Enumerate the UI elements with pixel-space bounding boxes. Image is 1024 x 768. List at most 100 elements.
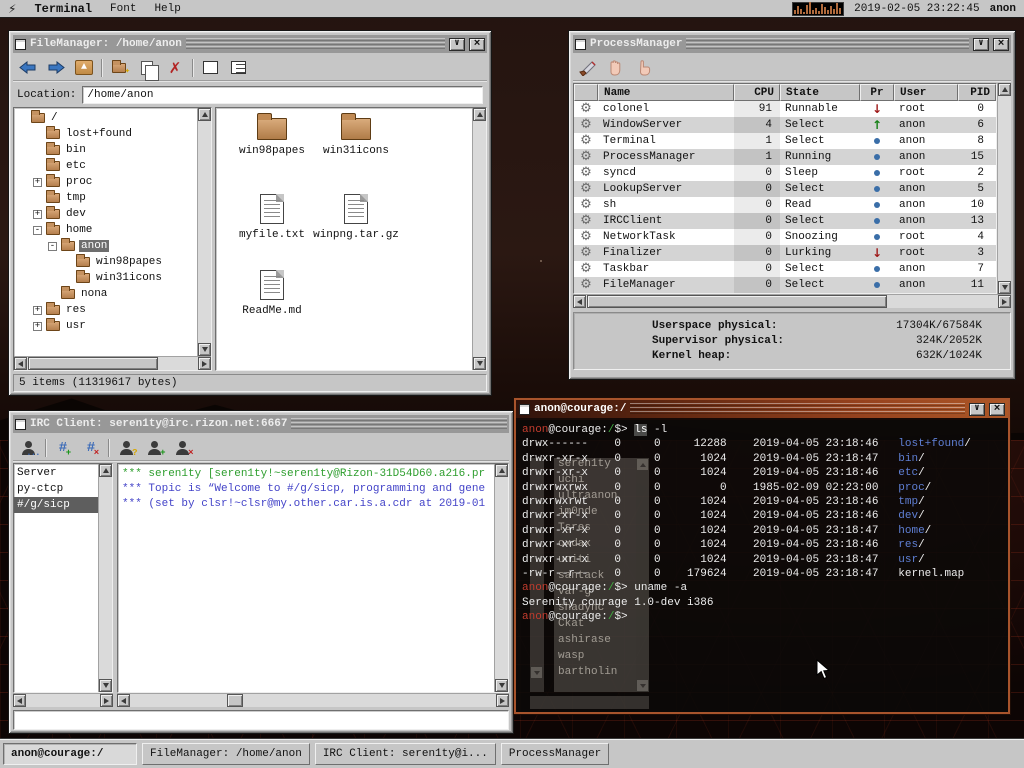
filemanager-titlebar[interactable]: FileManager: /home/anon (13, 35, 487, 53)
tree-expander[interactable]: + (33, 306, 42, 315)
remove-user-button[interactable]: × (171, 438, 193, 458)
copy-button[interactable] (136, 58, 158, 78)
open-parent-button[interactable]: ▲ (73, 58, 95, 78)
chat-horizontal-scrollbar[interactable] (117, 693, 509, 707)
tree-item[interactable]: +res (14, 302, 197, 318)
menu-help[interactable]: Help (154, 3, 180, 15)
tree-item[interactable]: +proc (14, 174, 197, 190)
tree-item[interactable]: +dev (14, 206, 197, 222)
channel-vertical-scrollbar[interactable] (98, 464, 112, 692)
scroll-left-button[interactable] (14, 357, 27, 370)
message-input[interactable] (13, 710, 509, 730)
scroll-right-button[interactable] (100, 694, 113, 707)
tree-item[interactable]: lost+found (14, 126, 197, 142)
minimize-button[interactable] (449, 38, 465, 51)
process-row[interactable]: NetworkTask0Snoozingroot4 (574, 229, 996, 245)
column-pid[interactable]: PID (958, 84, 996, 101)
channel-item[interactable]: Server (14, 465, 98, 481)
terminal-content[interactable]: seren1tyuchiultraanonim0ndeTsresoxdaxuni… (516, 420, 1008, 712)
channel-horizontal-scrollbar[interactable] (13, 693, 113, 707)
tree-item[interactable]: nona (14, 286, 197, 302)
whois-user-button[interactable]: ? (115, 438, 137, 458)
process-row[interactable]: ProcessManager1Runninganon15 (574, 149, 996, 165)
stop-process-button[interactable] (605, 58, 627, 78)
list-view-button[interactable] (227, 58, 249, 78)
tree-item[interactable]: -anon (14, 238, 197, 254)
delete-button[interactable]: ✗ (164, 58, 186, 78)
tree-expander[interactable]: + (33, 178, 42, 187)
column-cpu[interactable]: CPU (734, 84, 780, 101)
process-row[interactable]: WindowServer4Select↑anon6 (574, 117, 996, 133)
process-row[interactable]: sh0Readanon10 (574, 197, 996, 213)
new-directory-button[interactable]: ✦ (108, 58, 130, 78)
minimize-button[interactable] (969, 403, 985, 416)
column-state[interactable]: State (780, 84, 860, 101)
cpu-graph-icon[interactable] (792, 2, 844, 16)
tree-expander[interactable]: + (33, 210, 42, 219)
column-icon[interactable] (574, 84, 598, 101)
tree-item[interactable]: tmp (14, 190, 197, 206)
process-row[interactable]: Finalizer0Lurking↓root3 (574, 245, 996, 261)
menu-app-terminal[interactable]: Terminal (34, 2, 92, 16)
column-priority[interactable]: Pr (860, 84, 894, 101)
location-input[interactable] (82, 86, 483, 104)
menu-font[interactable]: Font (110, 3, 136, 15)
file-item[interactable]: ReadMe.md (230, 270, 314, 346)
process-horizontal-scrollbar[interactable] (573, 294, 1011, 308)
terminal-titlebar[interactable]: anon@courage:/ (516, 400, 1008, 418)
system-menu-icon[interactable]: ⚡ (8, 2, 16, 16)
kill-process-button[interactable] (577, 58, 599, 78)
tree-item[interactable]: bin (14, 142, 197, 158)
process-vertical-scrollbar[interactable] (997, 83, 1011, 294)
tree-expander[interactable]: - (33, 226, 42, 235)
column-user[interactable]: User (894, 84, 958, 101)
scroll-down-button[interactable] (495, 679, 508, 692)
file-item[interactable]: winpng.tar.gz (314, 194, 398, 270)
scroll-up-button[interactable] (473, 108, 486, 121)
process-row[interactable]: FileManager0Selectanon11 (574, 277, 996, 293)
tree-item[interactable]: etc (14, 158, 197, 174)
scrollbar-thumb[interactable] (28, 357, 158, 370)
scroll-up-button[interactable] (998, 83, 1011, 96)
tree-item[interactable]: / (14, 110, 197, 126)
file-item[interactable]: win31icons (314, 118, 398, 194)
scroll-down-button[interactable] (99, 679, 112, 692)
scroll-left-button[interactable] (573, 295, 586, 308)
column-name[interactable]: Name (598, 84, 734, 101)
scroll-right-button[interactable] (998, 295, 1011, 308)
continue-process-button[interactable] (633, 58, 655, 78)
tree-vertical-scrollbar[interactable] (197, 108, 211, 356)
process-row[interactable]: colonel91Runnable↓root0 (574, 101, 996, 117)
forward-button[interactable] (45, 58, 67, 78)
part-channel-button[interactable]: #× (80, 438, 102, 458)
taskbar-button[interactable]: anon@courage:/ (3, 743, 137, 765)
minimize-button[interactable] (973, 38, 989, 51)
tree-item[interactable]: win31icons (14, 270, 197, 286)
tree-item[interactable]: win98papes (14, 254, 197, 270)
process-row[interactable]: LookupServer0Selectanon5 (574, 181, 996, 197)
scroll-down-button[interactable] (998, 281, 1011, 294)
file-item[interactable]: myfile.txt (230, 194, 314, 270)
scroll-up-button[interactable] (99, 464, 112, 477)
scroll-down-button[interactable] (473, 357, 486, 370)
irc-titlebar[interactable]: IRC Client: seren1ty@irc.rizon.net:6667 (13, 415, 509, 433)
scroll-right-button[interactable] (198, 357, 211, 370)
tree-horizontal-scrollbar[interactable] (14, 356, 211, 370)
process-row[interactable]: Taskbar0Selectanon7 (574, 261, 996, 277)
scrollbar-thumb[interactable] (587, 295, 887, 308)
icon-view-button[interactable] (199, 58, 221, 78)
processmanager-titlebar[interactable]: ProcessManager (573, 35, 1011, 53)
files-vertical-scrollbar[interactable] (472, 108, 486, 370)
scroll-up-button[interactable] (495, 464, 508, 477)
process-row[interactable]: IRCClient0Selectanon13 (574, 213, 996, 229)
taskbar-button[interactable]: ProcessManager (501, 743, 609, 765)
scrollbar-thumb[interactable] (227, 694, 243, 707)
scroll-right-button[interactable] (496, 694, 509, 707)
tree-item[interactable]: -home (14, 222, 197, 238)
scroll-down-button[interactable] (198, 343, 211, 356)
add-user-button[interactable]: + (143, 438, 165, 458)
back-button[interactable] (17, 58, 39, 78)
connect-button[interactable]: ... (17, 438, 39, 458)
taskbar-button[interactable]: IRC Client: seren1ty@i... (315, 743, 496, 765)
tree-expander[interactable]: + (33, 322, 42, 331)
